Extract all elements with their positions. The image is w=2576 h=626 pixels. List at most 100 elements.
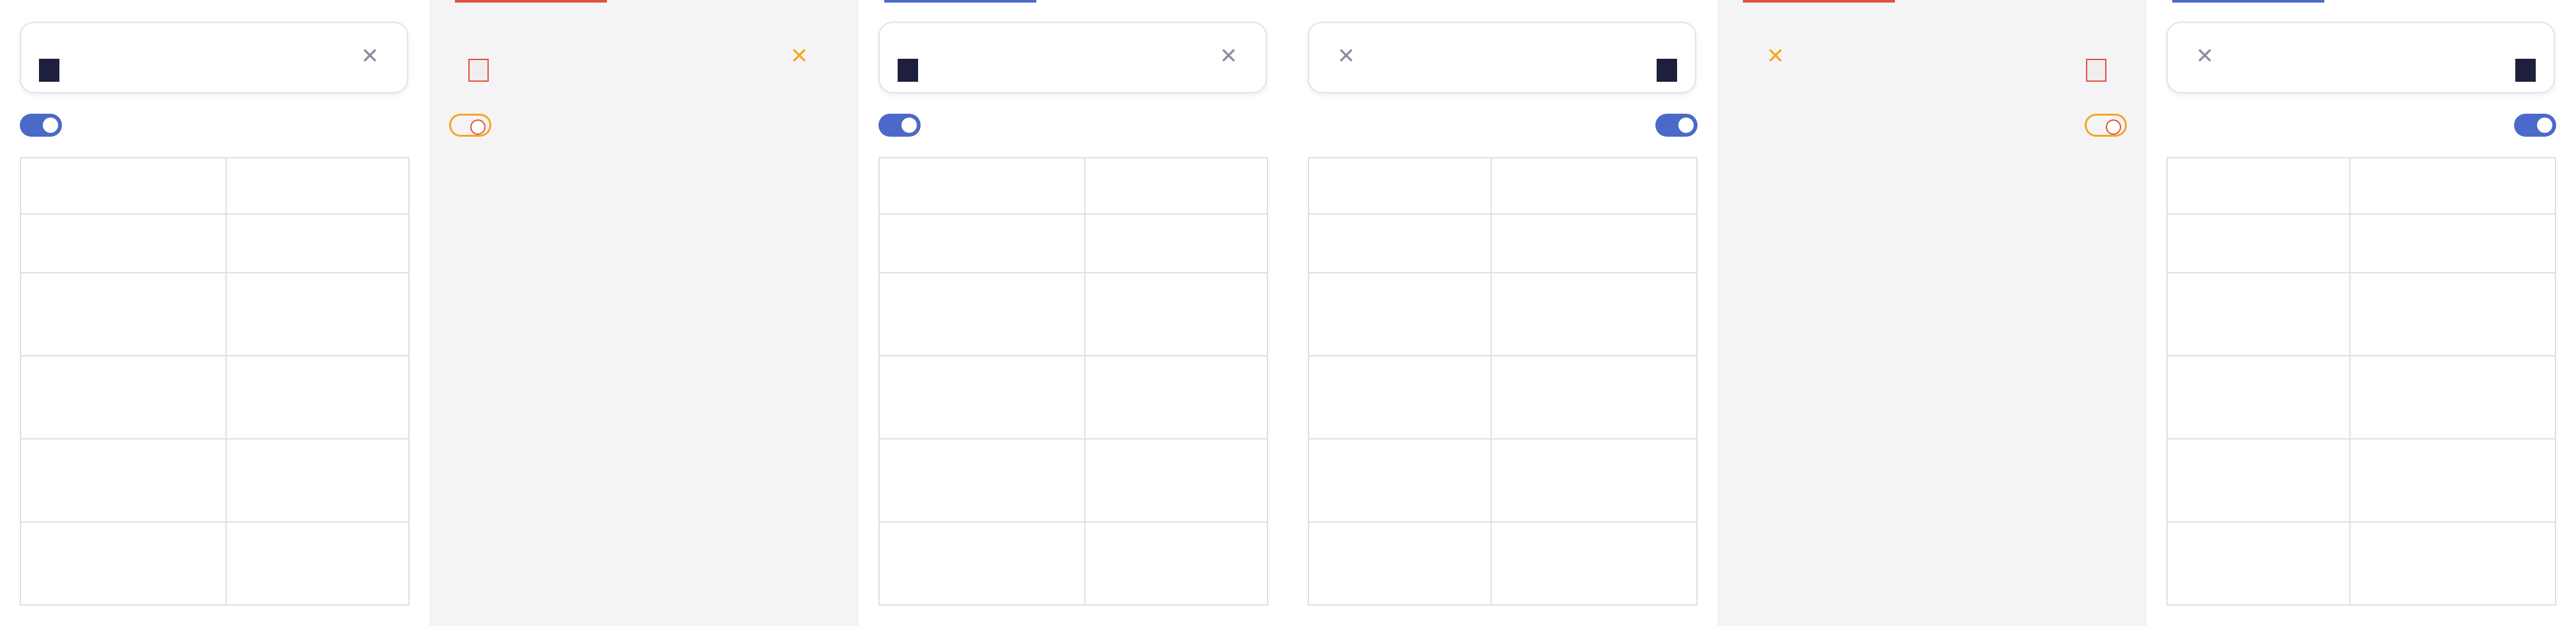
table-row[interactable]: [2166, 438, 2556, 523]
data-table: [1308, 157, 1698, 606]
column-header[interactable]: [656, 158, 838, 214]
table-cell: [1491, 355, 1698, 439]
table-row[interactable]: [1308, 213, 1698, 273]
table-row[interactable]: [1738, 273, 2126, 356]
table-cell: [878, 355, 1085, 439]
close-icon[interactable]: ✕: [788, 45, 811, 68]
table-row[interactable]: [878, 438, 1268, 523]
toggle-label: [78, 115, 391, 135]
table-row[interactable]: [1308, 521, 1698, 606]
search-field[interactable]: ✕: [1737, 22, 2126, 93]
close-icon[interactable]: ✕: [2193, 45, 2216, 68]
table-cell: [2166, 521, 2350, 606]
table-cell: [878, 213, 1085, 273]
table-row[interactable]: [2166, 521, 2556, 606]
text-cursor: [468, 59, 489, 82]
table-row[interactable]: [20, 355, 410, 439]
search-field[interactable]: ✕: [20, 22, 408, 93]
toggle-switch[interactable]: [1655, 114, 1698, 137]
column-header[interactable]: [226, 157, 410, 215]
search-query-text-line2: [1386, 59, 1677, 79]
column-header[interactable]: [2349, 157, 2556, 215]
table-cell: [1920, 273, 2126, 356]
table-cell: [1920, 214, 2126, 273]
table-cell: [1738, 439, 1920, 522]
close-icon[interactable]: ✕: [1335, 45, 1358, 68]
table-row[interactable]: [20, 521, 410, 606]
table-row[interactable]: [20, 213, 410, 273]
column-header[interactable]: [1491, 157, 1698, 215]
table-row[interactable]: [20, 272, 410, 356]
toggle-knob: [1678, 118, 1694, 133]
table-cell: [656, 273, 838, 356]
data-table: [878, 157, 1268, 606]
table-row[interactable]: [1308, 355, 1698, 439]
table-row[interactable]: [450, 439, 838, 522]
toggle-label: [2185, 115, 2498, 135]
table-row[interactable]: [878, 272, 1268, 356]
table-cell: [1920, 439, 2126, 522]
toggle-switch[interactable]: [449, 114, 491, 137]
close-icon[interactable]: ✕: [358, 45, 381, 68]
close-icon[interactable]: ✕: [1217, 45, 1240, 68]
close-icon[interactable]: ✕: [1764, 45, 1787, 68]
table-row[interactable]: [878, 355, 1268, 439]
table-cell: [1491, 213, 1698, 273]
table-cell: [1308, 213, 1492, 273]
toggle-switch[interactable]: [2085, 114, 2127, 137]
table-row[interactable]: [2166, 213, 2556, 273]
data-table: [20, 157, 410, 606]
search-query-text: [2244, 33, 2536, 54]
table-row[interactable]: [1738, 214, 2126, 273]
search-query-text: [1386, 33, 1677, 54]
toggle-knob: [43, 118, 58, 133]
table-row[interactable]: [1738, 522, 2126, 605]
table-row[interactable]: [1738, 356, 2126, 439]
table-cell: [226, 213, 410, 273]
toggle-label: [1756, 115, 2069, 135]
table-cell: [450, 522, 656, 605]
table-cell: [878, 272, 1085, 356]
toggle-switch[interactable]: [878, 114, 921, 137]
search-query-text: [898, 33, 1189, 54]
table-row[interactable]: [450, 356, 838, 439]
table-row[interactable]: [20, 438, 410, 523]
column-header[interactable]: [450, 158, 656, 214]
table-row[interactable]: [450, 522, 838, 605]
search-field[interactable]: ✕: [449, 22, 838, 93]
table-row[interactable]: [1308, 438, 1698, 523]
table-cell: [1738, 356, 1920, 439]
text-cursor: [898, 59, 918, 82]
toggle-label: [937, 115, 1250, 135]
search-field[interactable]: ✕: [2166, 22, 2555, 93]
table-cell: [450, 273, 656, 356]
table-row[interactable]: [1738, 439, 2126, 522]
toggle-knob: [2537, 118, 2552, 133]
table-row[interactable]: [2166, 355, 2556, 439]
search-field[interactable]: ✕: [878, 22, 1267, 93]
toggle-switch[interactable]: [20, 114, 62, 137]
table-row[interactable]: [1308, 272, 1698, 356]
table-row[interactable]: [450, 214, 838, 273]
ui-variant-panel: ✕: [2147, 0, 2576, 626]
ui-variant-panel: ✕: [429, 0, 859, 626]
table-cell: [20, 521, 227, 606]
table-row[interactable]: [450, 273, 838, 356]
column-header[interactable]: [1738, 158, 1920, 214]
table-cell: [2166, 272, 2350, 356]
table-cell: [2349, 213, 2556, 273]
data-table: [449, 157, 839, 606]
column-header[interactable]: [1920, 158, 2126, 214]
table-row[interactable]: [878, 521, 1268, 606]
toggle-switch[interactable]: [2514, 114, 2556, 137]
column-header[interactable]: [2166, 157, 2350, 215]
toggle-label: [1326, 115, 1639, 135]
search-field[interactable]: ✕: [1308, 22, 1696, 93]
column-header[interactable]: [878, 157, 1085, 215]
table-cell: [656, 214, 838, 273]
column-header[interactable]: [20, 157, 227, 215]
column-header[interactable]: [1084, 157, 1268, 215]
table-row[interactable]: [878, 213, 1268, 273]
table-row[interactable]: [2166, 272, 2556, 356]
column-header[interactable]: [1308, 157, 1492, 215]
